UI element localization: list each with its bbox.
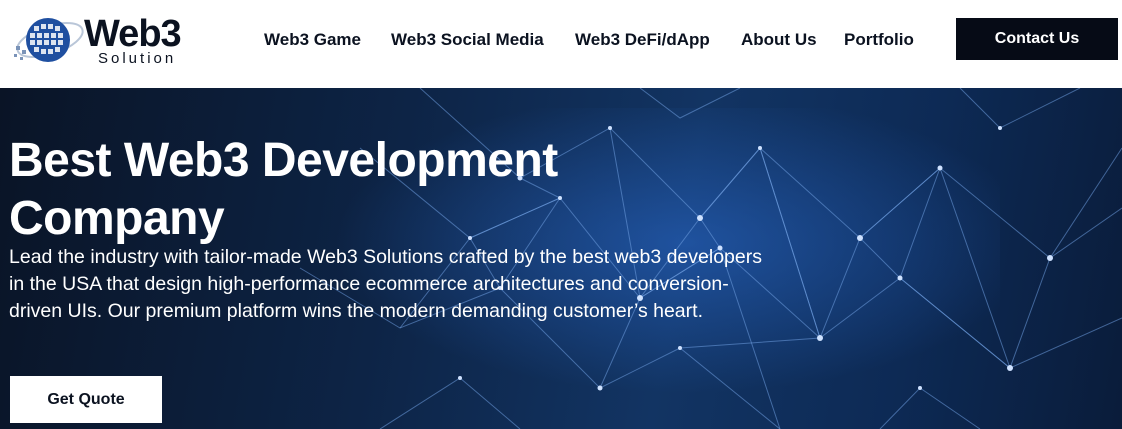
contact-us-button[interactable]: Contact Us [956,18,1118,60]
hero-title: Best Web3 Development Company [9,134,558,245]
hero-section: Best Web3 Development Company Lead the i… [0,88,1122,429]
site-header: Web3 Solution Web3 Game Web3 Social Medi… [0,0,1122,88]
site-logo[interactable]: Web3 Solution [12,10,202,72]
logo-subtitle: Solution [98,50,177,67]
hero-description: Lead the industry with tailor-made Web3 … [9,246,762,322]
nav-about-us[interactable]: About Us [741,28,817,52]
nav-web3-social-media[interactable]: Web3 Social Media [391,28,544,52]
nav-web3-defi-dapp[interactable]: Web3 DeFi/dApp [575,28,710,52]
get-quote-button[interactable]: Get Quote [10,376,162,423]
globe-logo-icon [14,18,84,62]
logo-wordmark: Web3 [84,13,182,55]
nav-web3-game[interactable]: Web3 Game [264,28,361,52]
nav-portfolio[interactable]: Portfolio [844,28,914,52]
